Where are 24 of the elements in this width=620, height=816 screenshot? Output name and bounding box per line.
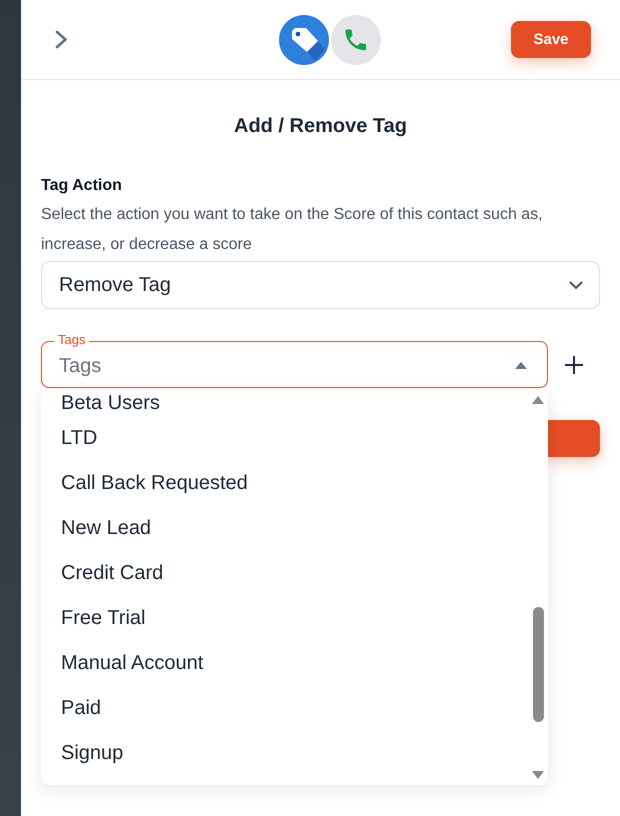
scroll-down-icon[interactable] bbox=[532, 771, 544, 779]
scrollbar-thumb[interactable] bbox=[533, 607, 544, 722]
tag-option[interactable]: Paid bbox=[41, 686, 524, 731]
panel-title: Add / Remove Tag bbox=[233, 114, 408, 138]
section-label: Tag Action bbox=[41, 176, 123, 196]
action-select[interactable]: Remove Tag bbox=[41, 261, 600, 309]
tag-option[interactable]: New Lead bbox=[41, 506, 524, 551]
plus-icon[interactable] bbox=[565, 356, 583, 374]
scroll-up-icon[interactable] bbox=[532, 396, 544, 404]
phone-icon bbox=[331, 14, 381, 64]
tag-option[interactable]: Manual Account bbox=[41, 641, 524, 686]
tag-option[interactable]: Beta Users bbox=[41, 390, 524, 416]
section-description: Select the action you want to take on the Score of this contact such as, increase, or decrease a score bbox=[41, 205, 544, 255]
save-button[interactable]: Save bbox=[511, 21, 591, 58]
field-label: Tags bbox=[54, 332, 90, 347]
tag-option[interactable]: Call Back Requested bbox=[41, 461, 524, 506]
tag-option[interactable]: Signup bbox=[41, 731, 524, 776]
caret-up-icon bbox=[515, 362, 527, 369]
tag-icon bbox=[279, 14, 329, 64]
tag-option[interactable]: Free Trial bbox=[41, 596, 524, 641]
tag-option[interactable]: Credit Card bbox=[41, 551, 524, 596]
chevron-right-icon[interactable] bbox=[55, 30, 68, 49]
tag-option[interactable]: LTD bbox=[41, 416, 524, 461]
chevron-down-icon bbox=[569, 280, 583, 290]
